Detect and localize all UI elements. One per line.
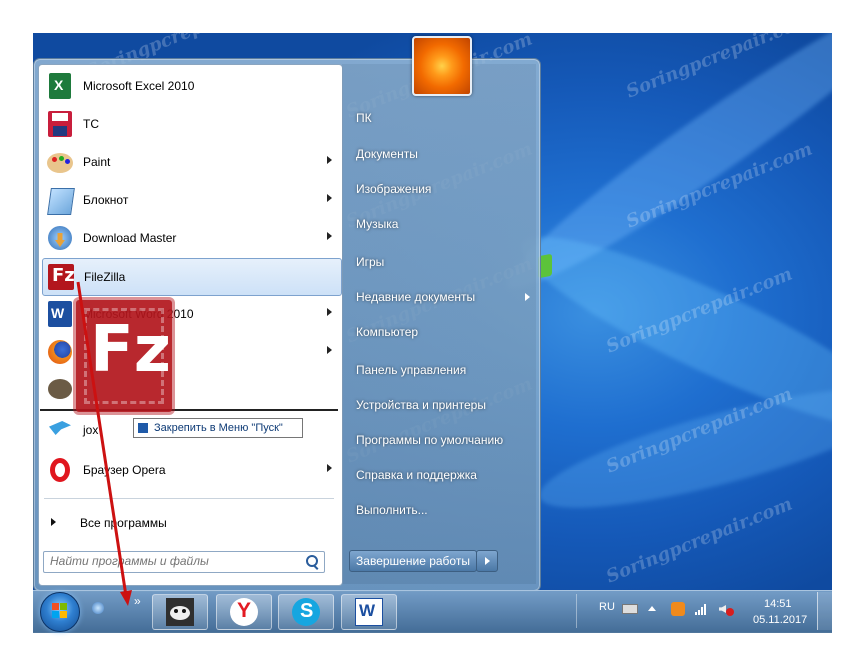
annotation-arrow-shaft [76, 281, 128, 597]
annotation-arrow-head [120, 590, 132, 606]
annotation-arrow [76, 281, 132, 606]
